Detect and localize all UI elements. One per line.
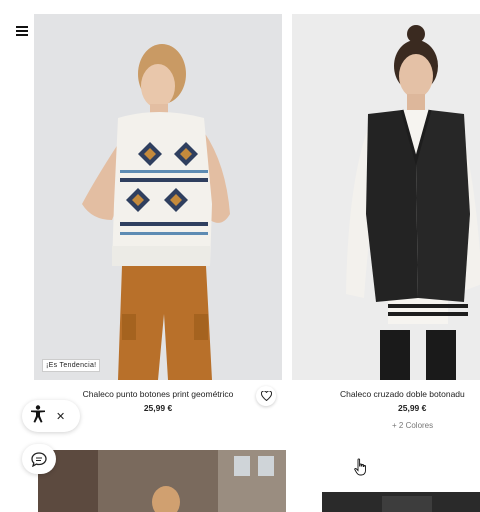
product-image[interactable] xyxy=(292,14,480,380)
product-title[interactable]: Chaleco punto botones print geométrico xyxy=(34,389,282,399)
product-image[interactable]: ¡Es Tendencia! xyxy=(34,14,282,380)
accessibility-person-icon[interactable] xyxy=(30,404,46,428)
model-photo-illustration xyxy=(346,25,480,380)
product-image[interactable] xyxy=(322,492,480,512)
hand-pointer-icon xyxy=(354,458,368,481)
heart-icon xyxy=(260,391,272,401)
chat-button[interactable] xyxy=(22,444,56,474)
close-icon[interactable]: ✕ xyxy=(56,410,65,423)
product-image[interactable] xyxy=(38,450,286,512)
product-card[interactable]: ¡Es Tendencia! Chaleco punto botones pri… xyxy=(34,14,282,413)
product-price: 25,99 € xyxy=(398,403,427,413)
chat-bubble-icon xyxy=(31,451,47,467)
menu-icon-bar xyxy=(16,34,28,36)
product-title[interactable]: Chaleco cruzado doble botonadu xyxy=(292,389,480,399)
model-photo-illustration xyxy=(322,492,480,512)
favorite-button[interactable] xyxy=(256,386,276,406)
product-card[interactable]: Chaleco cruzado doble botonadu 25,99 € +… xyxy=(292,14,480,430)
trend-badge: ¡Es Tendencia! xyxy=(42,359,101,372)
menu-icon-bar xyxy=(16,26,28,28)
menu-button[interactable] xyxy=(16,24,30,36)
color-options-link[interactable]: + 2 Colores xyxy=(292,421,480,430)
accessibility-widget: ✕ xyxy=(22,400,80,432)
model-photo-illustration xyxy=(82,44,230,380)
model-photo-illustration xyxy=(38,450,286,512)
menu-icon-bar xyxy=(16,30,28,32)
